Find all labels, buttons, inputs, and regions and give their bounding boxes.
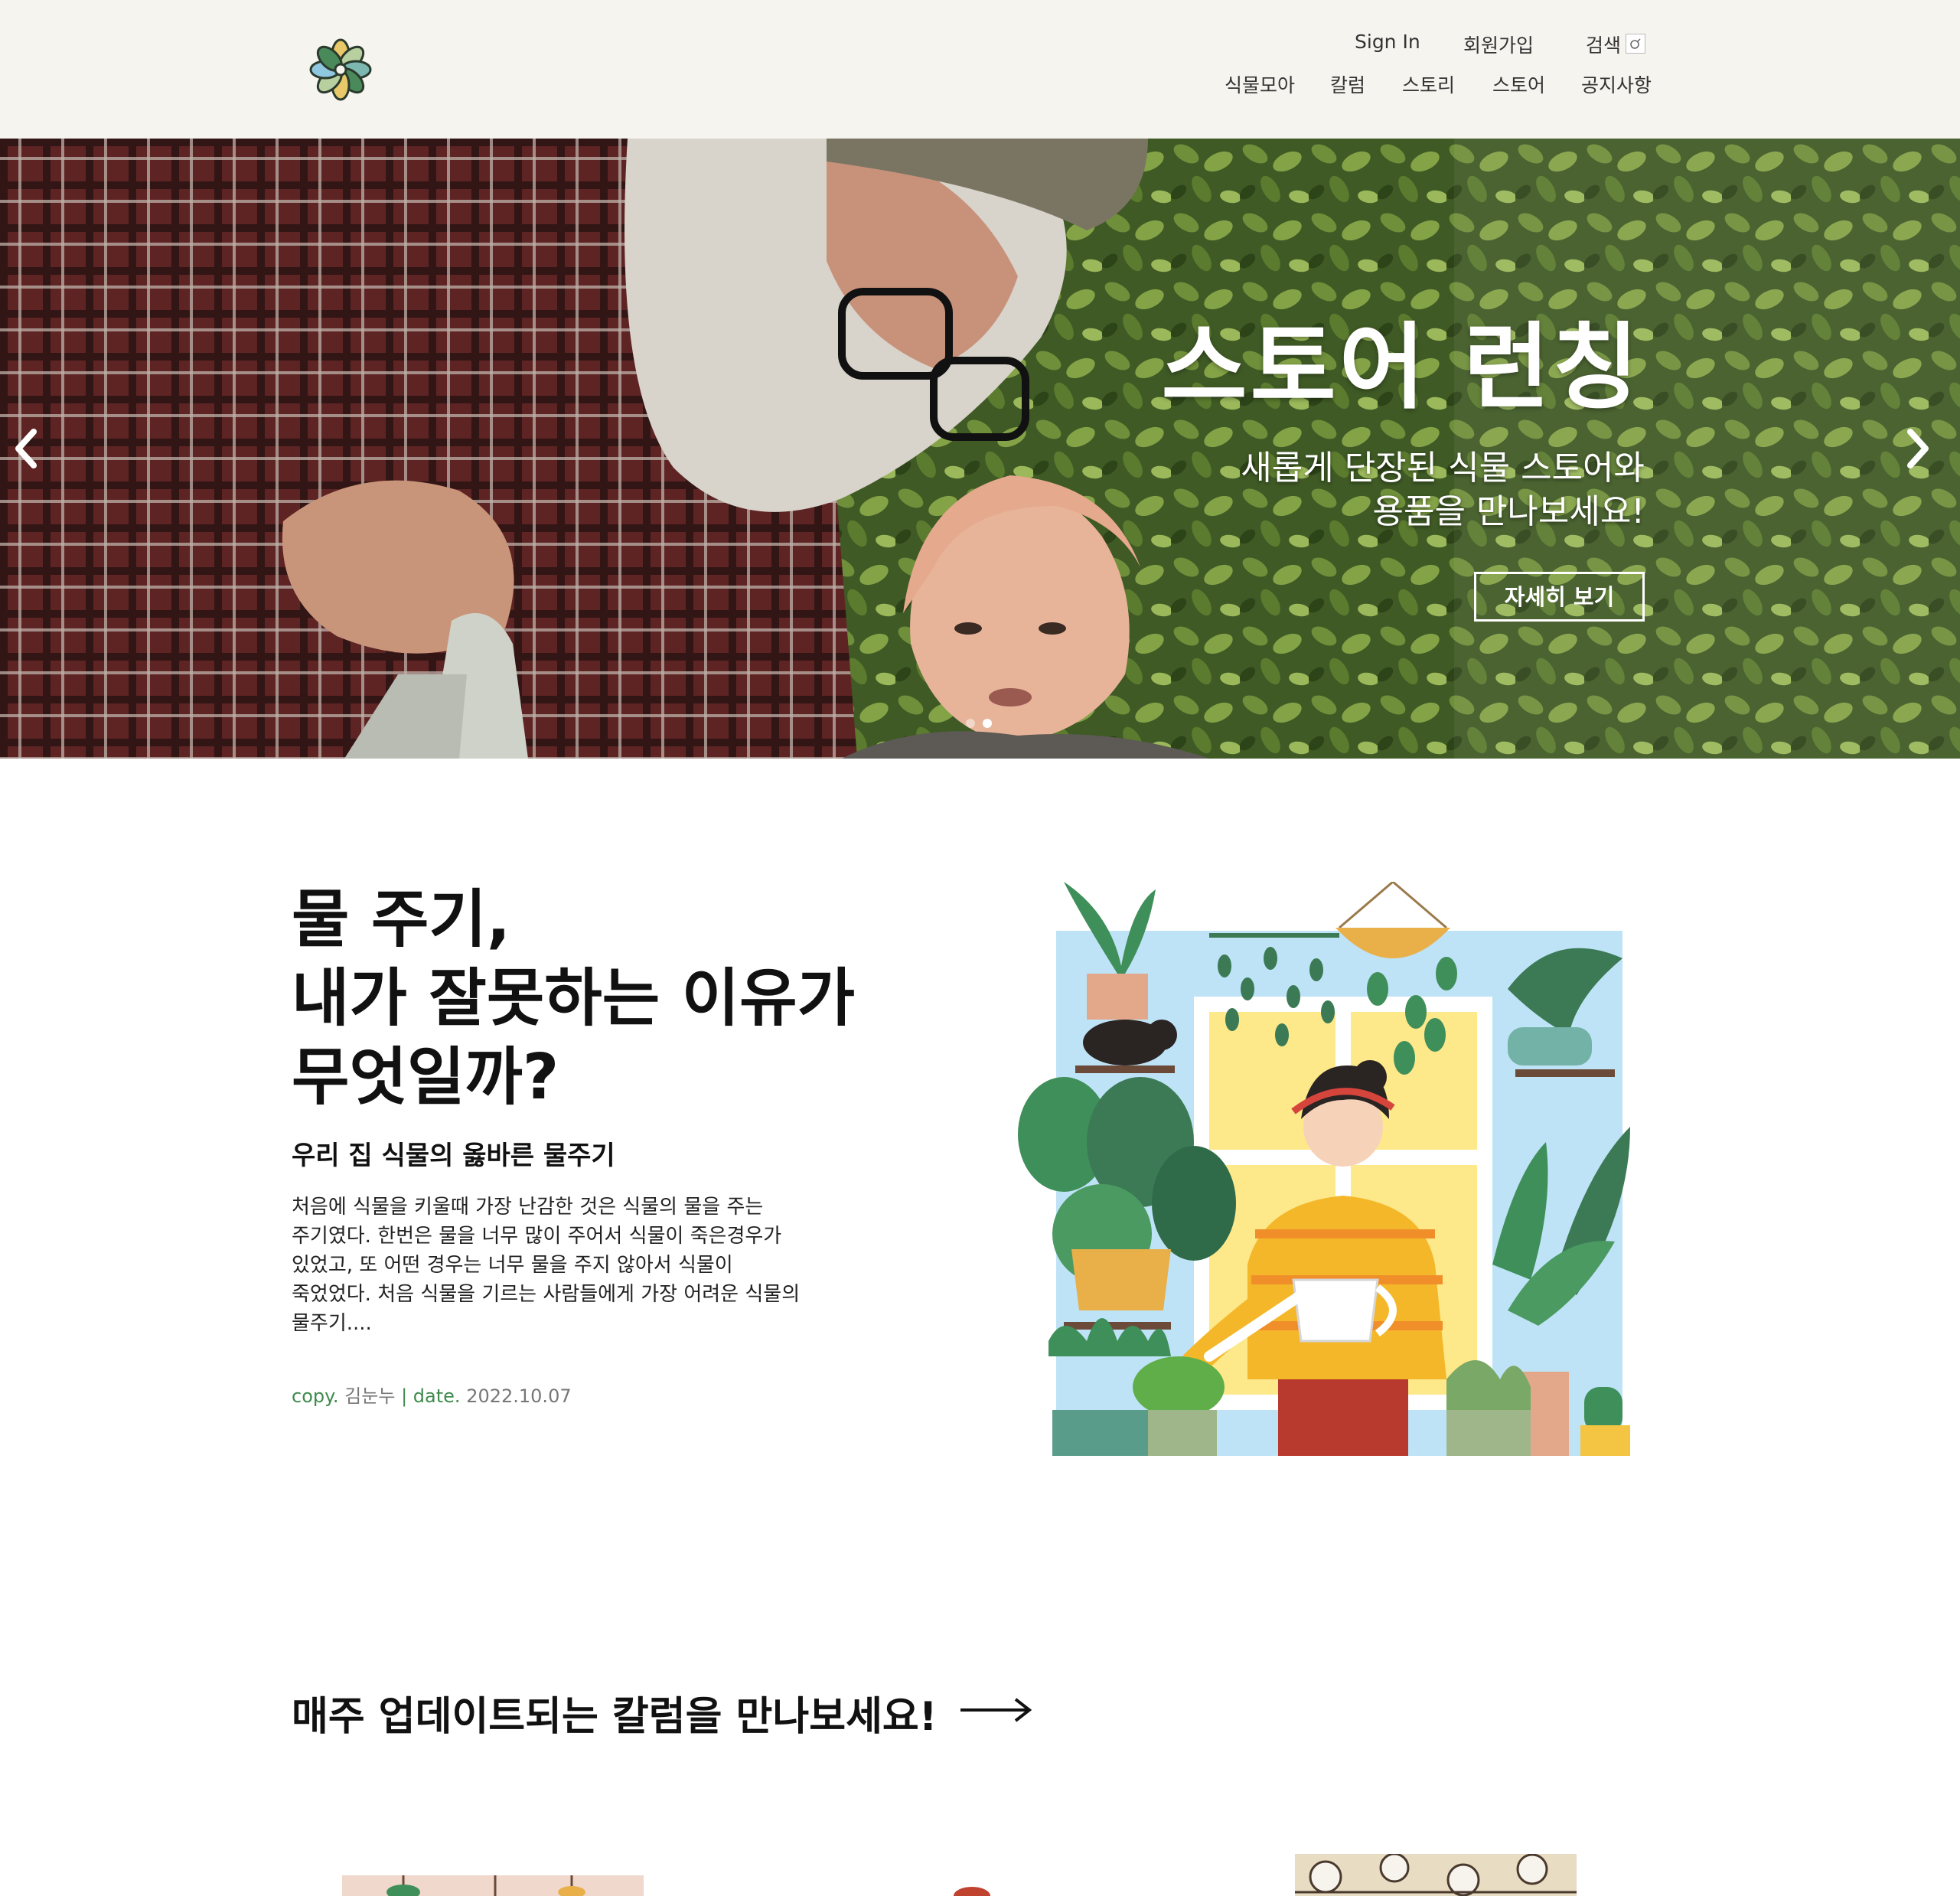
clover-logo[interactable] [309, 38, 372, 101]
chevron-left-icon[interactable] [9, 418, 44, 479]
meta-separator: | [401, 1385, 408, 1407]
nav-column[interactable]: 칼럼 [1330, 70, 1365, 96]
columns-heading: 매주 업데이트되는 칼럼을 만나보세요! [292, 1694, 938, 1740]
article-meta: copy. 김눈누 | date. 2022.10.07 [292, 1381, 572, 1408]
column-thumbnail-image [954, 1887, 990, 1896]
hero-detail-button[interactable]: 자세히 보기 [1474, 572, 1645, 622]
chevron-right-icon[interactable] [1900, 418, 1935, 479]
carousel-dots [966, 719, 992, 728]
arrow-right-icon[interactable] [959, 1695, 1032, 1725]
hero-carousel: 스토어 런칭 새롭게 단장된 식물 스토어와 용품을 만나보세요! 자세히 보기 [0, 139, 1960, 759]
nav-plants[interactable]: 식물모아 [1225, 70, 1295, 96]
article-excerpt: 처음에 식물을 키울때 가장 난감한 것은 식물의 물을 주는 주기였다. 한번… [292, 1193, 843, 1338]
article-title[interactable]: 물 주기, 내가 잘못하는 이유가 무엇일까? [292, 880, 889, 1117]
nav-story[interactable]: 스토리 [1402, 70, 1455, 96]
watering-illustration [1018, 882, 1630, 1456]
signup-link[interactable]: 회원가입 [1463, 31, 1534, 57]
hero-title: 스토어 런칭 [1161, 313, 1642, 422]
search-link[interactable]: 검색 [1586, 31, 1621, 57]
hero-subtitle-line: 용품을 만나보세요! [1372, 492, 1645, 531]
date-label: date. [413, 1385, 461, 1407]
author-name: 김눈누 [344, 1385, 396, 1407]
article-title-line: 물 주기, [292, 883, 511, 956]
column-thumbnail[interactable] [342, 1875, 644, 1896]
article-subtitle: 우리 집 식물의 옳바른 물주기 [292, 1141, 615, 1171]
excerpt-line: 주기였다. 한번은 물을 너무 많이 주어서 식물이 죽은경우가 [292, 1225, 782, 1248]
nav-store[interactable]: 스토어 [1492, 70, 1545, 96]
hero-subtitle: 새롭게 단장된 식물 스토어와 용품을 만나보세요! [1109, 446, 1645, 534]
excerpt-line: 죽었었다. 처음 식물을 기르는 사람들에게 가장 어려운 식물의 [292, 1283, 801, 1306]
excerpt-line: 있었고, 또 어떤 경우는 너무 물을 주지 않아서 식물이 [292, 1254, 733, 1277]
excerpt-line: 처음에 식물을 키울때 가장 난감한 것은 식물의 물을 주는 [292, 1196, 764, 1219]
hero-photo [0, 139, 1960, 759]
site-header: Sign In 회원가입 검색 식물모아 칼럼 스토리 스토어 공지사항 [0, 0, 1960, 139]
nav-notice[interactable]: 공지사항 [1581, 70, 1652, 96]
carousel-dot[interactable] [966, 719, 975, 728]
search-icon[interactable] [1626, 34, 1645, 54]
article-date: 2022.10.07 [466, 1385, 572, 1407]
copy-label: copy. [292, 1385, 339, 1407]
carousel-dot-active[interactable] [983, 719, 992, 728]
column-thumbnail[interactable] [949, 1885, 995, 1896]
article-title-line: 무엇일까? [292, 1041, 559, 1114]
column-thumbnail-image [1295, 1854, 1577, 1896]
column-thumbnail-image [342, 1875, 644, 1896]
excerpt-line: 물주기.... [292, 1312, 372, 1335]
sign-in-link[interactable]: Sign In [1355, 31, 1420, 57]
column-thumbnail[interactable] [1295, 1854, 1577, 1896]
hero-subtitle-line: 새롭게 단장된 식물 스토어와 [1241, 449, 1645, 488]
article-title-line: 내가 잘못하는 이유가 [292, 962, 856, 1035]
